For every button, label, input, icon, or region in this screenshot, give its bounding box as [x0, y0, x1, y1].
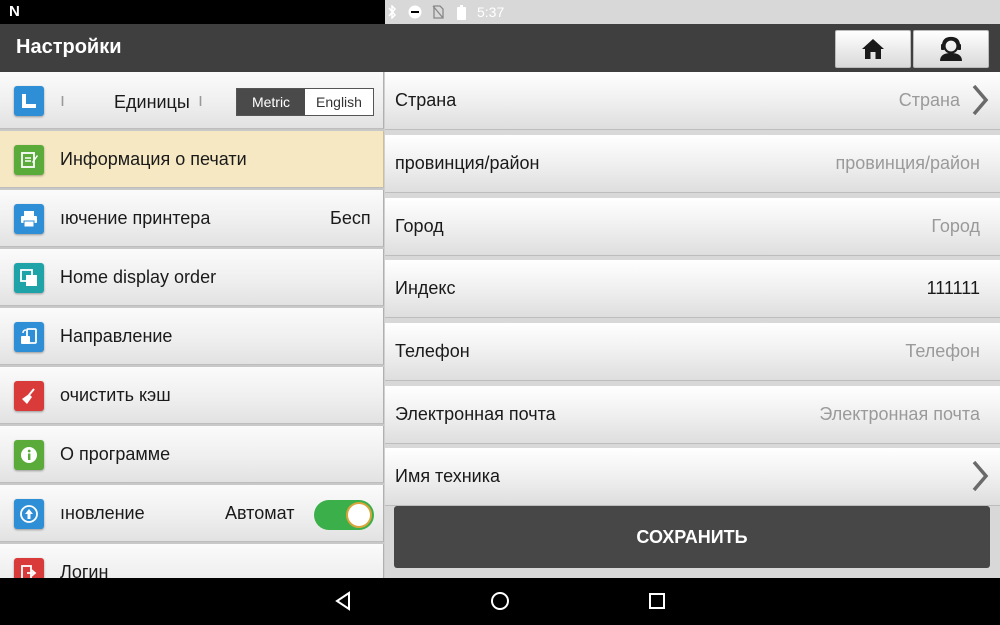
- sidebar-item-label: ıючение принтера: [60, 208, 211, 228]
- sidebar-item-print-info[interactable]: Информация о печати: [0, 131, 384, 188]
- field-technician[interactable]: Имя техника: [385, 448, 1000, 506]
- print-info-form: Страна Страна провинция/район провинция/…: [385, 72, 1000, 578]
- sidebar-item-direction[interactable]: Направление: [0, 308, 384, 365]
- units-metric-option[interactable]: Metric: [237, 89, 305, 115]
- system-nav-bar: [0, 578, 1000, 625]
- email-input[interactable]: Электронная почта: [819, 404, 980, 425]
- field-email[interactable]: Электронная почта Электронная почта: [385, 386, 1000, 444]
- city-input[interactable]: Город: [931, 216, 980, 237]
- content-area: ı Единицы ı Metric English Информация о …: [0, 72, 1000, 578]
- sidebar-item-label: Информация о печати: [60, 149, 247, 169]
- sidebar-item-update[interactable]: ıновление Автомат: [0, 485, 384, 542]
- logout-icon: [14, 558, 44, 578]
- field-label: провинция/район: [395, 153, 540, 173]
- home-button[interactable]: [835, 30, 911, 68]
- field-label: Телефон: [395, 341, 470, 361]
- settings-sidebar: ı Единицы ı Metric English Информация о …: [0, 72, 384, 578]
- units-label-suffix: ı: [198, 90, 204, 110]
- sidebar-item-label: О программе: [60, 444, 171, 464]
- recents-button[interactable]: [645, 589, 669, 613]
- country-value: Страна: [898, 90, 960, 110]
- field-zip[interactable]: Индекс 111111: [385, 260, 1000, 318]
- support-icon: [940, 36, 962, 61]
- printer-icon: [14, 204, 44, 234]
- units-label-prefix: ı: [60, 90, 66, 110]
- no-sim-icon: [431, 5, 445, 19]
- status-bar: N 5:37: [0, 0, 1000, 24]
- ruler-icon: [14, 86, 44, 116]
- page-title: Настройки: [16, 36, 122, 58]
- field-label: Имя техника: [395, 466, 500, 486]
- province-input[interactable]: провинция/район: [836, 153, 980, 174]
- field-city[interactable]: Город Город: [385, 198, 1000, 256]
- recents-icon: [649, 593, 665, 609]
- broom-icon: [14, 381, 44, 411]
- sidebar-item-units[interactable]: ı Единицы ı Metric English: [0, 72, 384, 129]
- home-circle-icon: [491, 592, 509, 610]
- field-province[interactable]: провинция/район провинция/район: [385, 135, 1000, 193]
- field-phone[interactable]: Телефон Телефон: [385, 323, 1000, 381]
- do-not-disturb-icon: [408, 5, 422, 19]
- field-label: Электронная почта: [395, 404, 556, 424]
- units-english-option[interactable]: English: [305, 89, 373, 115]
- printer-connection-value: Бесп: [330, 208, 371, 228]
- sidebar-item-login[interactable]: Логин: [0, 544, 384, 578]
- support-button[interactable]: [913, 30, 989, 68]
- home-icon: [862, 39, 884, 59]
- notification-logo-icon: N: [9, 3, 20, 20]
- sidebar-item-clear-cache[interactable]: очистить кэш: [0, 367, 384, 424]
- app-bar: Настройки: [0, 24, 1000, 72]
- save-button[interactable]: СОХРАНИТЬ: [394, 506, 990, 568]
- sidebar-item-label: ıновление: [60, 503, 145, 523]
- field-country[interactable]: Страна Страна: [385, 72, 1000, 130]
- battery-icon: [454, 4, 468, 20]
- toggle-knob: [346, 502, 372, 528]
- info-icon: [14, 440, 44, 470]
- zip-input[interactable]: 111111: [927, 278, 980, 299]
- sidebar-item-label: очистить кэш: [60, 385, 171, 405]
- field-label: Индекс: [395, 278, 456, 298]
- sidebar-item-label: Home display order: [60, 267, 217, 287]
- phone-input[interactable]: Телефон: [905, 341, 980, 362]
- status-time: 5:37: [477, 4, 505, 20]
- bluetooth-icon: [385, 5, 399, 19]
- update-mode-value: Автомат: [225, 503, 295, 523]
- sidebar-item-label: Направление: [60, 326, 173, 346]
- home-nav-button[interactable]: [488, 589, 512, 613]
- back-icon: [335, 591, 350, 611]
- sidebar-item-printer-connection[interactable]: ıючение принтера Бесп: [0, 190, 384, 247]
- auto-update-toggle[interactable]: [314, 500, 374, 530]
- chevron-right-icon: [972, 84, 989, 116]
- field-label: Страна: [395, 90, 457, 110]
- sidebar-item-about[interactable]: О программе: [0, 426, 384, 483]
- back-button[interactable]: [331, 589, 355, 613]
- field-label: Город: [395, 216, 444, 236]
- layers-icon: [14, 263, 44, 293]
- upload-icon: [14, 499, 44, 529]
- units-label: Единицы: [114, 92, 190, 112]
- sidebar-item-label: Логин: [60, 562, 109, 578]
- edit-note-icon: [14, 145, 44, 175]
- units-segmented-control: Metric English: [236, 88, 374, 116]
- sidebar-item-home-order[interactable]: Home display order: [0, 249, 384, 306]
- chevron-right-icon: [972, 460, 989, 492]
- tablet-rotate-icon: [14, 322, 44, 352]
